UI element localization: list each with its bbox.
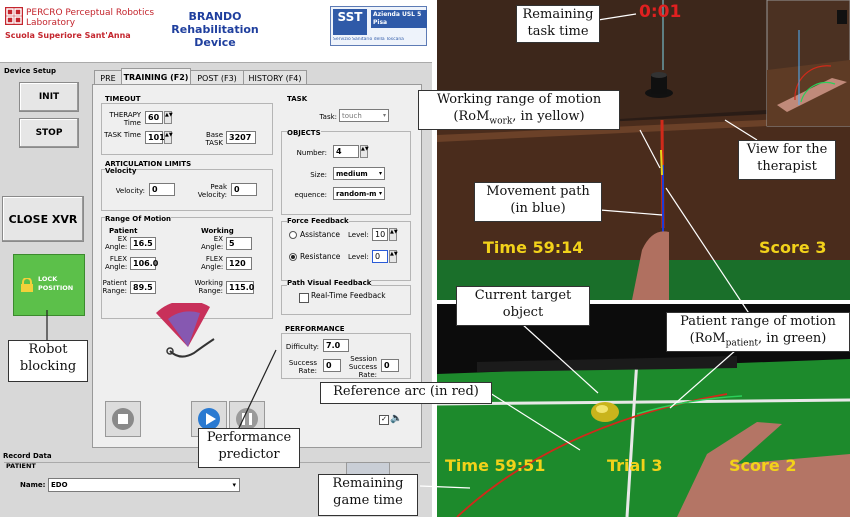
- callout-line: Patient range of motion: [680, 314, 836, 329]
- callout-remaining-task-time: Remaining task time: [516, 5, 600, 43]
- callout-working-rom: Working range of motion (RoMwork, in yel…: [418, 90, 620, 130]
- callout-robot-blocking: Robot blocking: [8, 340, 88, 382]
- callout-line: therapist: [757, 159, 817, 174]
- callout-remaining-game-time: Remaining game time: [318, 474, 418, 516]
- callout-line: (in blue): [510, 201, 566, 216]
- callout-line: Performance: [206, 430, 292, 445]
- callout-reference-arc: Reference arc (in red): [320, 382, 492, 404]
- callout-line: (RoMwork, in yellow): [453, 109, 585, 127]
- callout-line: predictor: [218, 447, 280, 462]
- callout-view-therapist: View for the therapist: [738, 140, 836, 180]
- callout-line: Working range of motion: [436, 92, 602, 107]
- callout-line: Remaining: [522, 7, 594, 22]
- callout-line: Movement path: [486, 184, 590, 199]
- callout-leader-lines: [46, 13, 761, 489]
- callout-line: View for the: [746, 142, 828, 157]
- callout-line: task time: [527, 24, 589, 39]
- callout-patient-rom: Patient range of motion (RoMpatient, in …: [666, 312, 850, 352]
- callout-line: game time: [333, 493, 403, 508]
- callout-line: Robot: [28, 342, 68, 357]
- callout-line: (RoMpatient, in green): [689, 331, 827, 349]
- callout-performance-predictor: Performance predictor: [198, 428, 300, 468]
- callout-line: Remaining: [332, 476, 404, 491]
- callout-current-target: Current target object: [456, 286, 590, 326]
- callout-line: object: [502, 305, 544, 320]
- callout-line: blocking: [19, 359, 77, 374]
- callout-line: Current target: [474, 288, 572, 303]
- callout-movement-path: Movement path (in blue): [474, 182, 602, 222]
